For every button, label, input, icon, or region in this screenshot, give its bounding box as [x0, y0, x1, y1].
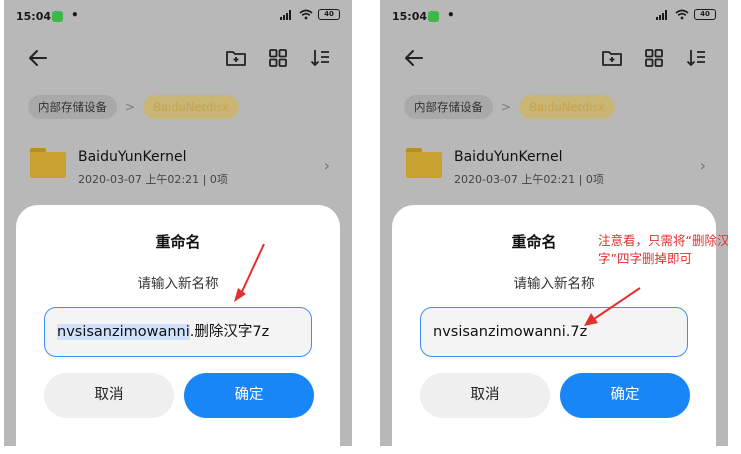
status-time: 15:04 [16, 10, 52, 23]
battery-icon: 40 [318, 9, 340, 20]
status-dot: • [71, 8, 79, 22]
annotation-arrow [584, 287, 641, 326]
annotation-note: 注意看，只需将“删除汉字”四字删掉即可 [598, 233, 728, 266]
confirm-button[interactable]: 确定 [184, 373, 314, 418]
rename-input[interactable]: nvsisanzimowanni.删除汉字7z [44, 307, 312, 357]
breadcrumb: 内部存储设备 > BaiduNetdisk [404, 95, 616, 119]
folder-name: BaiduYunKernel [78, 149, 187, 165]
status-bar: 15:04 • 40 [16, 8, 340, 24]
folder-meta: 2020-03-07 上午02:21 | 0项 [454, 173, 604, 186]
breadcrumb-current[interactable]: BaiduNetdisk [519, 95, 616, 119]
sort-icon[interactable] [684, 46, 708, 70]
signal-icon [656, 9, 670, 20]
new-folder-icon[interactable] [224, 46, 248, 70]
app-notification-icon [428, 11, 439, 22]
breadcrumb-separator: > [501, 100, 512, 114]
breadcrumb: 内部存储设备 > BaiduNetdisk [28, 95, 240, 119]
breadcrumb-root[interactable]: 内部存储设备 [28, 95, 117, 119]
dialog-subtitle: 请输入新名称 [137, 276, 219, 292]
confirm-button[interactable]: 确定 [560, 373, 690, 418]
phone-screen-after: 15:04 • 40 内部存储设备 > BaiduNetdisk BaiduYu… [380, 0, 728, 446]
chevron-right-icon: › [699, 156, 706, 175]
rename-dialog: 重命名 注意看，只需将“删除汉字”四字删掉即可 请输入新名称 nvsisanzi… [392, 205, 728, 446]
back-arrow-icon[interactable] [26, 46, 50, 70]
chevron-right-icon: › [323, 156, 330, 175]
selected-text: nvsisanzimowanni [57, 324, 190, 340]
input-suffix: .删除汉字7z [189, 324, 270, 340]
battery-icon: 40 [694, 9, 716, 20]
status-time: 15:04 [392, 10, 428, 23]
annotation-arrow [234, 243, 265, 302]
sort-icon[interactable] [308, 46, 332, 70]
status-dot: • [447, 8, 455, 22]
status-bar: 15:04 • 40 [392, 8, 716, 24]
toolbar [380, 44, 728, 74]
signal-icon [280, 9, 294, 20]
folder-icon [30, 148, 66, 178]
rename-dialog: 重命名 请输入新名称 nvsisanzimowanni.删除汉字7z 取消 确定 [16, 205, 340, 446]
wifi-icon [299, 9, 313, 20]
grid-view-icon[interactable] [266, 46, 290, 70]
breadcrumb-current[interactable]: BaiduNetdisk [143, 95, 240, 119]
wifi-icon [675, 9, 689, 20]
toolbar [4, 44, 352, 74]
breadcrumb-separator: > [125, 100, 136, 114]
rename-input[interactable]: nvsisanzimowanni.7z [420, 307, 688, 357]
new-folder-icon[interactable] [600, 46, 624, 70]
dialog-title: 重命名 [155, 233, 201, 251]
dialog-subtitle: 请输入新名称 [513, 276, 595, 292]
folder-icon [406, 148, 442, 178]
app-notification-icon [52, 11, 63, 22]
breadcrumb-root[interactable]: 内部存储设备 [404, 95, 493, 119]
phone-screen-before: 15:04 • 40 内部存储设备 > BaiduNetdisk BaiduYu… [4, 0, 352, 446]
folder-row[interactable]: BaiduYunKernel 2020-03-07 上午02:21 | 0项 › [4, 138, 352, 196]
screenshot-comparison: 15:04 • 40 内部存储设备 > BaiduNetdisk BaiduYu… [0, 0, 741, 454]
cancel-button[interactable]: 取消 [44, 373, 174, 418]
cancel-button[interactable]: 取消 [420, 373, 550, 418]
grid-view-icon[interactable] [642, 46, 666, 70]
back-arrow-icon[interactable] [402, 46, 426, 70]
folder-row[interactable]: BaiduYunKernel 2020-03-07 上午02:21 | 0项 › [380, 138, 728, 196]
folder-name: BaiduYunKernel [454, 149, 563, 165]
folder-meta: 2020-03-07 上午02:21 | 0项 [78, 173, 228, 186]
